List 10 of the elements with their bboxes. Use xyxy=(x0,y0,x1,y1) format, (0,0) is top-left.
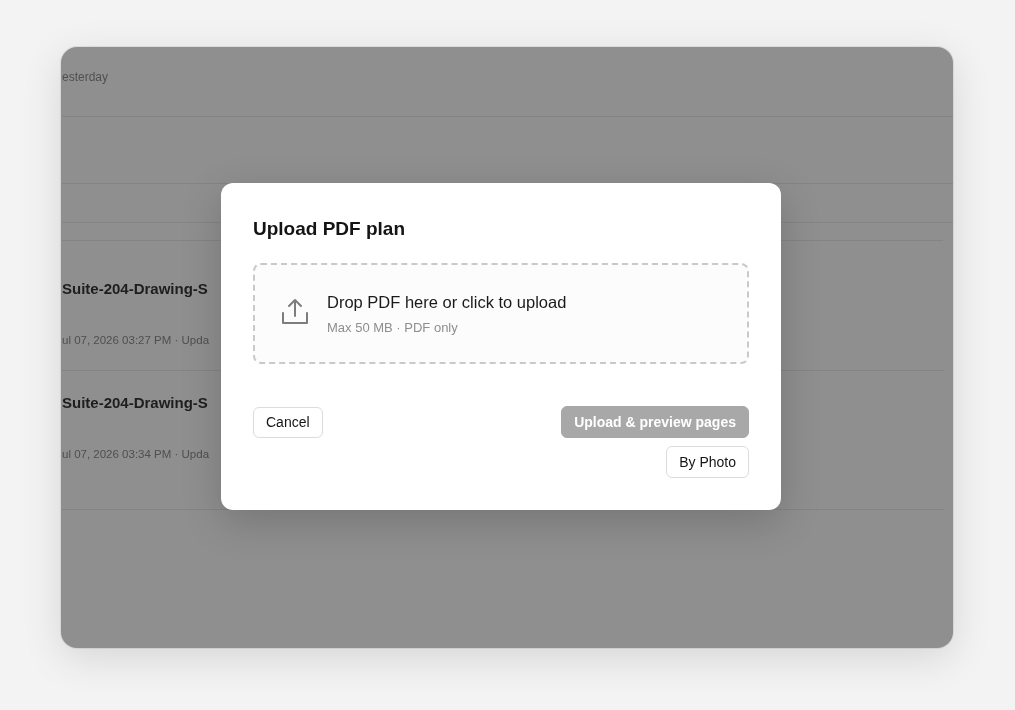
cancel-button[interactable]: Cancel xyxy=(253,407,323,438)
file-drop-zone[interactable]: Drop PDF here or click to upload Max 50 MB · PDF only xyxy=(253,263,749,364)
file-limit-hint: Max 50 MB · PDF only xyxy=(327,318,459,337)
file-title: Suite-204-Drawing-S xyxy=(62,393,208,413)
by-photo-button[interactable]: By Photo xyxy=(666,446,749,478)
file-title: Suite-204-Drawing-S xyxy=(62,279,208,299)
upload-icon xyxy=(281,298,309,325)
dialog-title: Upload PDF plan xyxy=(253,217,406,241)
group-label: esterday xyxy=(62,69,109,85)
drop-prompt: Drop PDF here or click to upload xyxy=(327,291,567,313)
